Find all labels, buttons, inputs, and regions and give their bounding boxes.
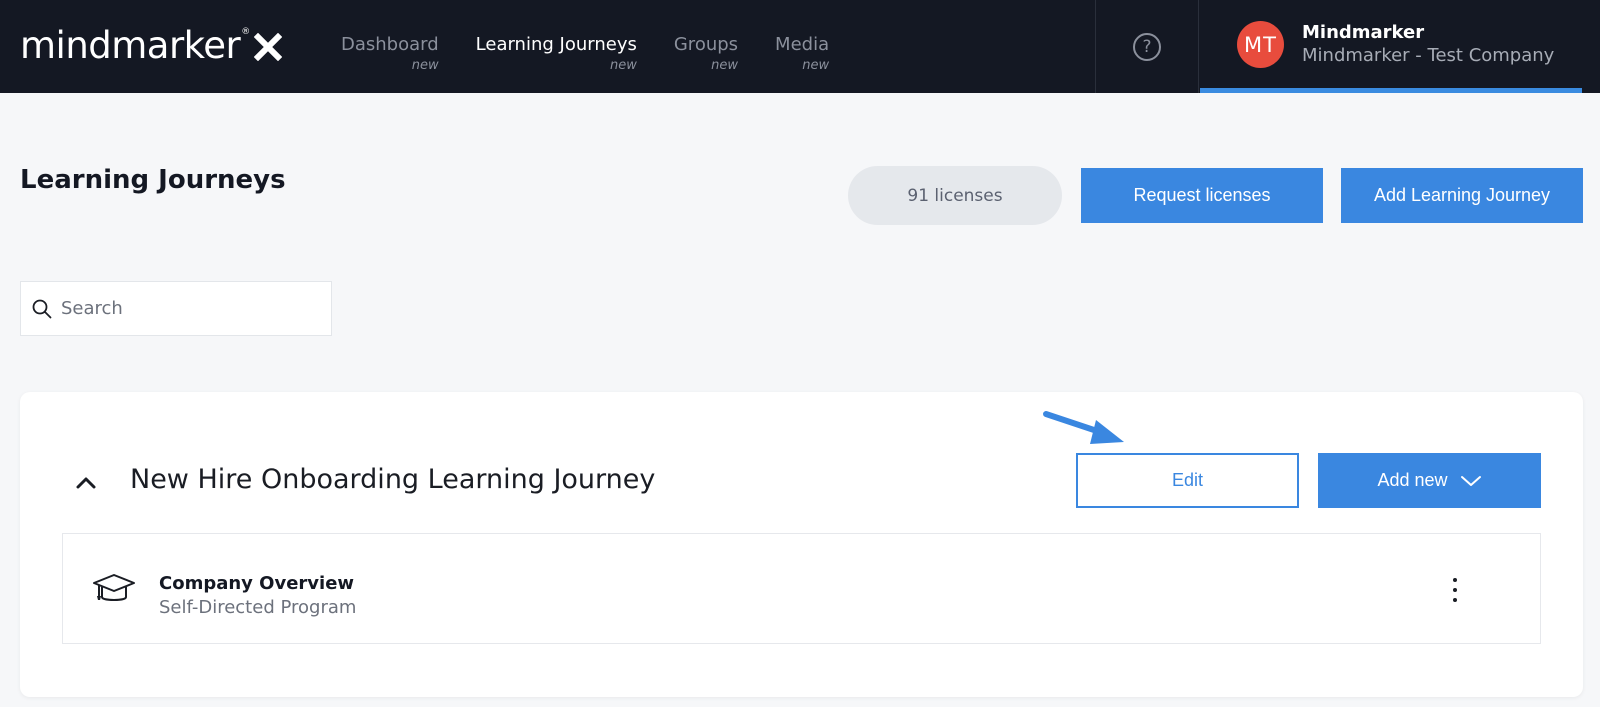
kebab-menu-icon[interactable] — [1447, 578, 1463, 602]
nav-item-dashboard[interactable]: Dashboard new — [341, 34, 439, 73]
logo-wordmark: mindmarker — [20, 23, 241, 67]
nav-label: Learning Journeys — [475, 34, 637, 55]
add-learning-journey-button[interactable]: Add Learning Journey — [1341, 168, 1583, 223]
learning-journey-card: New Hire Onboarding Learning Journey Edi… — [20, 392, 1583, 697]
search-box[interactable] — [20, 281, 332, 336]
avatar: MT — [1237, 21, 1284, 68]
new-badge: new — [711, 58, 739, 73]
user-company: Mindmarker - Test Company — [1302, 45, 1555, 66]
kebab-dot — [1453, 588, 1457, 592]
annotation-arrow-icon — [1043, 411, 1124, 444]
program-row[interactable]: Company Overview Self-Directed Program — [62, 533, 1541, 644]
user-menu[interactable]: MT Mindmarker Mindmarker - Test Company — [1200, 0, 1582, 93]
nav-item-groups[interactable]: Groups new — [673, 34, 739, 73]
kebab-dot — [1453, 598, 1457, 602]
add-new-button[interactable]: Add new — [1318, 453, 1541, 508]
new-badge: new — [609, 58, 637, 73]
registered-mark: ® — [241, 27, 251, 37]
nav-label: Dashboard — [341, 34, 439, 55]
chevron-up-icon[interactable] — [74, 471, 98, 495]
nav-label: Groups — [673, 34, 739, 55]
user-name: Mindmarker — [1302, 22, 1425, 43]
search-icon — [32, 299, 52, 318]
edit-button[interactable]: Edit — [1076, 453, 1299, 508]
new-badge: new — [802, 58, 830, 73]
page-title: Learning Journeys — [20, 165, 286, 195]
mindmarker-logo[interactable]: mindmarker ® — [20, 22, 283, 68]
new-badge: new — [411, 58, 439, 73]
logo-x-icon — [254, 33, 283, 61]
program-type: Self-Directed Program — [159, 597, 357, 618]
program-name: Company Overview — [159, 573, 355, 594]
graduation-cap-icon — [93, 574, 135, 601]
help-button[interactable]: ? — [1095, 0, 1199, 93]
journey-title: New Hire Onboarding Learning Journey — [130, 464, 656, 495]
search-input[interactable] — [61, 298, 311, 319]
help-icon: ? — [1133, 32, 1161, 61]
top-navigation-bar: mindmarker ® Dashboard new Learning Jour… — [0, 0, 1600, 93]
nav-label: Media — [775, 34, 830, 55]
request-licenses-button[interactable]: Request licenses — [1081, 168, 1323, 223]
chevron-down-icon — [1460, 475, 1481, 486]
nav-item-media[interactable]: Media new — [775, 34, 830, 73]
active-underline — [1200, 88, 1582, 93]
main-nav: Dashboard new Learning Journeys new Grou… — [341, 34, 866, 73]
kebab-dot — [1453, 578, 1457, 582]
add-new-label: Add new — [1377, 470, 1448, 490]
licenses-count-badge: 91 licenses — [848, 166, 1062, 225]
nav-item-learning-journeys[interactable]: Learning Journeys new — [475, 34, 637, 73]
